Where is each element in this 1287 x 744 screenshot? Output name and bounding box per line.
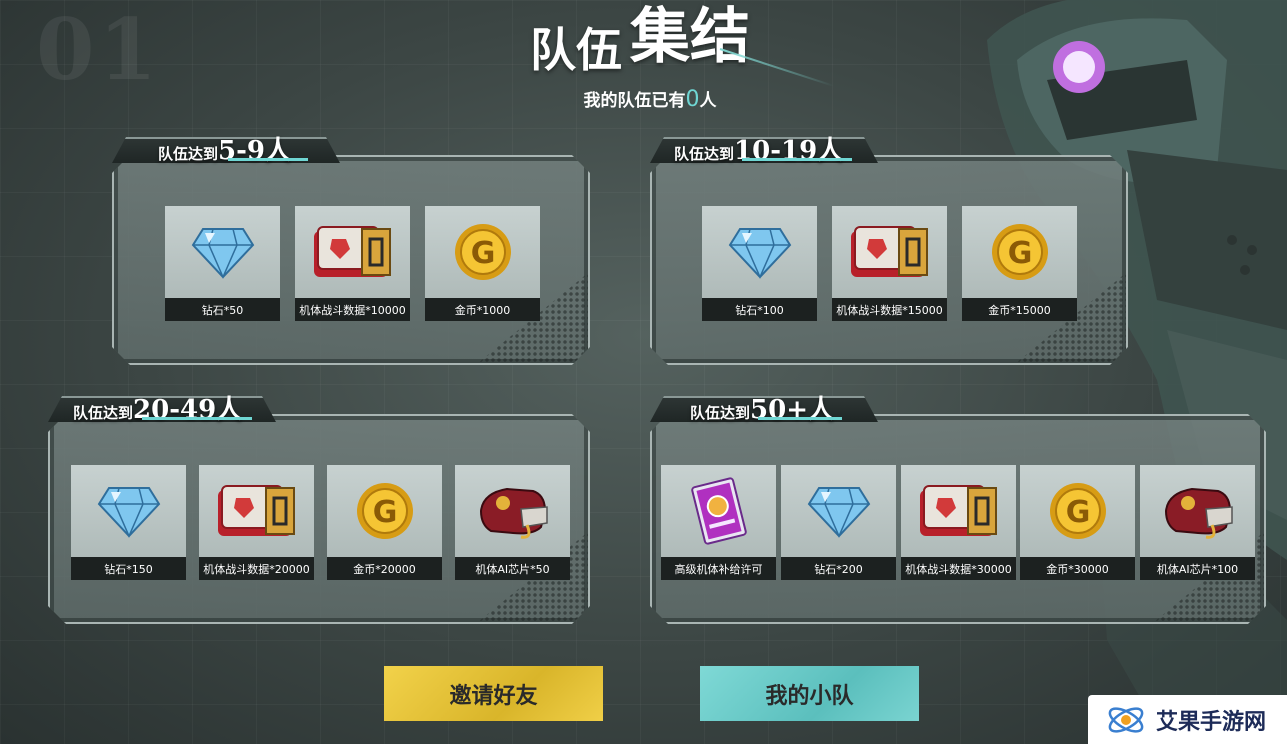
reward-item[interactable]: 机体AI芯片*50 (455, 465, 570, 580)
battle-data-icon (832, 206, 947, 298)
watermark-logo-icon (1108, 706, 1144, 733)
reward-item[interactable]: G 金币*30000 (1020, 465, 1135, 580)
reward-item[interactable]: 机体战斗数据*30000 (901, 465, 1016, 580)
reward-caption: 机体战斗数据*15000 (832, 298, 947, 321)
tier-1-prefix: 队伍达到 (158, 145, 219, 163)
background-number: 01 (36, 0, 161, 99)
team-count-prefix: 我的队伍已有 (583, 91, 686, 111)
watermark-text: 艾果手游网 (1156, 709, 1267, 735)
diamond-icon (165, 206, 280, 298)
tier-2-prefix: 队伍达到 (674, 145, 735, 163)
reward-item[interactable]: G 金币*1000 (425, 206, 540, 321)
reward-caption: 金币*1000 (425, 298, 540, 321)
reward-item[interactable]: G 金币*20000 (327, 465, 442, 580)
tier-2-title: 队伍达到10-19人 (674, 130, 843, 167)
reward-item[interactable]: 钻石*150 (71, 465, 186, 580)
reward-item[interactable]: 高级机体补给许可 (661, 465, 776, 580)
diamond-icon (71, 465, 186, 557)
tier-3-title: 队伍达到20-49人 (73, 389, 242, 426)
reward-caption: 高级机体补给许可 (661, 557, 776, 580)
tier-1-range: 5-9人 (218, 136, 291, 166)
coin-icon: G (327, 465, 442, 557)
title-part-1: 队伍 (530, 23, 622, 77)
tier-3-prefix: 队伍达到 (73, 404, 134, 422)
reward-caption: 金币*30000 (1020, 557, 1135, 580)
reward-caption: 金币*15000 (962, 298, 1077, 321)
reward-item[interactable]: 机体战斗数据*10000 (295, 206, 410, 321)
ai-chip-icon (1140, 465, 1255, 557)
reward-caption: 金币*20000 (327, 557, 442, 580)
coin-icon: G (1020, 465, 1135, 557)
tier-1-title: 队伍达到5-9人 (158, 130, 291, 167)
reward-caption: 机体AI芯片*100 (1140, 557, 1255, 580)
battle-data-icon (199, 465, 314, 557)
title-part-2: 集结 (630, 2, 750, 72)
reward-item[interactable]: 钻石*50 (165, 206, 280, 321)
diamond-icon (702, 206, 817, 298)
reward-item[interactable]: 钻石*100 (702, 206, 817, 321)
ai-chip-icon (455, 465, 570, 557)
tier-4-title: 队伍达到50+人 (690, 389, 834, 426)
reward-caption: 机体AI芯片*50 (455, 557, 570, 580)
tier-4-underline (758, 417, 842, 420)
team-count-text: 我的队伍已有0人 (0, 86, 1287, 112)
reward-item[interactable]: 机体战斗数据*15000 (832, 206, 947, 321)
reward-caption: 机体战斗数据*10000 (295, 298, 410, 321)
reward-caption: 机体战斗数据*30000 (901, 557, 1016, 580)
battle-data-icon (295, 206, 410, 298)
tier-3-range: 20-49人 (133, 395, 243, 425)
battle-data-icon (901, 465, 1016, 557)
site-watermark: 艾果手游网 (1088, 695, 1287, 744)
reward-caption: 钻石*150 (71, 557, 186, 580)
team-count-value: 0 (685, 87, 700, 112)
reward-caption: 钻石*100 (702, 298, 817, 321)
team-count-suffix: 人 (699, 91, 717, 111)
svg-text:G: G (1065, 495, 1090, 530)
coin-icon: G (425, 206, 540, 298)
coin-icon: G (962, 206, 1077, 298)
reward-caption: 机体战斗数据*20000 (199, 557, 314, 580)
tier-4-range: 50+人 (750, 395, 834, 425)
reward-item[interactable]: G 金币*15000 (962, 206, 1077, 321)
invite-friends-button[interactable]: 邀请好友 (384, 666, 603, 721)
svg-text:G: G (372, 495, 397, 530)
tier-4-prefix: 队伍达到 (690, 404, 751, 422)
reward-caption: 钻石*200 (781, 557, 896, 580)
reward-item[interactable]: 机体战斗数据*20000 (199, 465, 314, 580)
my-team-button[interactable]: 我的小队 (700, 666, 919, 721)
tier-3-underline (142, 417, 252, 420)
tier-1-underline (228, 158, 308, 161)
tier-2-underline (742, 158, 852, 161)
reward-caption: 钻石*50 (165, 298, 280, 321)
reward-item[interactable]: 机体AI芯片*100 (1140, 465, 1255, 580)
tier-2-range: 10-19人 (734, 136, 844, 166)
reward-item[interactable]: 钻石*200 (781, 465, 896, 580)
supply-permit-icon (661, 465, 776, 557)
svg-text:G: G (470, 236, 495, 271)
diamond-icon (781, 465, 896, 557)
svg-text:G: G (1007, 236, 1032, 271)
